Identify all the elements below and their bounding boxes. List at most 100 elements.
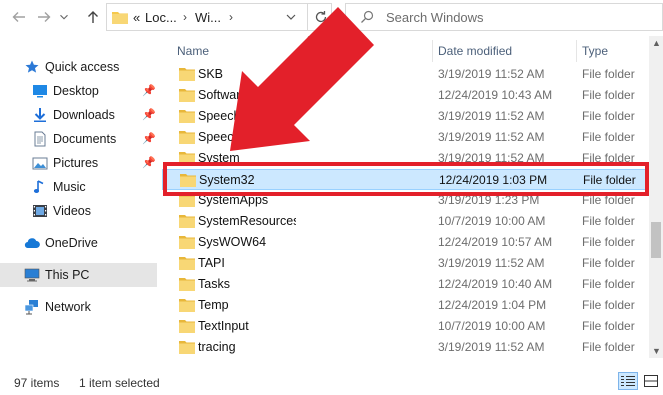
file-name[interactable]: TextInput (198, 319, 296, 333)
refresh-button[interactable] (307, 4, 333, 30)
file-date-modified: 3/19/2019 11:52 AM (438, 256, 545, 270)
arrow-left-icon (12, 12, 25, 22)
file-name[interactable]: Temp (198, 298, 296, 312)
scroll-down-icon[interactable]: ▼ (652, 346, 661, 356)
vertical-scrollbar[interactable]: ▲ ▼ (649, 36, 663, 358)
folder-icon (179, 215, 195, 228)
nav-item-onedrive[interactable]: OneDrive (0, 231, 157, 255)
file-date-modified: 12/24/2019 1:03 PM (439, 173, 548, 187)
nav-label: Videos (53, 204, 91, 218)
file-date-modified: 10/7/2019 10:00 AM (438, 319, 546, 333)
column-divider[interactable] (432, 40, 433, 62)
breadcrumb-separator[interactable]: › (229, 10, 233, 24)
table-row[interactable]: Speech 3/19/2019 11:52 AM File folder (162, 106, 649, 127)
nav-item-music[interactable]: Music (0, 175, 157, 199)
table-row[interactable]: tracing 3/19/2019 11:52 AM File folder (162, 337, 649, 358)
back-button[interactable] (8, 6, 30, 28)
file-type: File folder (583, 173, 636, 187)
table-row[interactable]: Tasks 12/24/2019 10:40 AM File folder (162, 274, 649, 295)
nav-item-quick-access[interactable]: Quick access (0, 55, 157, 79)
horizontal-scrollbar[interactable] (162, 358, 649, 366)
file-name[interactable]: SystemApps (198, 193, 296, 207)
breadcrumb-separator[interactable]: › (183, 10, 187, 24)
file-name[interactable]: tracing (198, 340, 296, 354)
nav-item-videos[interactable]: Videos (0, 199, 157, 223)
scrollbar-thumb[interactable] (651, 222, 661, 258)
nav-item-desktop[interactable]: Desktop 📌 (0, 79, 157, 103)
selection-count: 1 item selected (79, 376, 160, 390)
file-name[interactable]: System32 (199, 173, 439, 187)
nav-item-pictures[interactable]: Pictures 📌 (0, 151, 157, 175)
up-button[interactable] (82, 6, 104, 28)
folder-icon (179, 257, 195, 270)
file-name[interactable]: System (198, 151, 296, 165)
status-bar: 97 items 1 item selected (0, 368, 663, 395)
table-row[interactable]: TAPI 3/19/2019 11:52 AM File folder (162, 253, 649, 274)
nav-label: This PC (45, 268, 90, 282)
file-name[interactable]: SKB (198, 67, 296, 81)
breadcrumb-local-disk[interactable]: Loc... (145, 10, 177, 25)
chevron-down-icon (60, 14, 68, 20)
file-type: File folder (582, 130, 635, 144)
file-name[interactable]: SysWOW64 (198, 235, 296, 249)
nav-item-this-pc[interactable]: This PC (0, 263, 157, 287)
address-dropdown-icon[interactable] (285, 11, 297, 23)
table-row[interactable]: Temp 12/24/2019 1:04 PM File folder (162, 295, 649, 316)
folder-icon (179, 110, 195, 123)
column-divider[interactable] (576, 40, 577, 62)
scroll-up-icon[interactable]: ▲ (652, 38, 661, 48)
file-type: File folder (582, 193, 635, 207)
search-box[interactable]: Search Windows (345, 3, 663, 31)
file-type: File folder (582, 67, 635, 81)
file-date-modified: 3/19/2019 11:52 AM (438, 130, 545, 144)
file-date-modified: 3/19/2019 11:52 AM (438, 67, 545, 81)
file-date-modified: 12/24/2019 1:04 PM (438, 298, 547, 312)
address-bar[interactable]: « Loc... › Wi... › (106, 3, 332, 31)
table-row[interactable]: SystemApps 3/19/2019 1:23 PM File folder (162, 190, 649, 211)
column-header-type[interactable]: Type (582, 44, 608, 58)
network-icon (24, 300, 38, 315)
table-row[interactable]: SysWOW64 12/24/2019 10:57 AM File folder (162, 232, 649, 253)
file-name[interactable]: Speech_OneCore (198, 130, 296, 144)
file-date-modified: 12/24/2019 10:57 AM (438, 235, 553, 249)
file-type: File folder (582, 298, 635, 312)
file-name[interactable]: SystemResources (198, 214, 296, 228)
breadcrumb-overflow[interactable]: « (133, 10, 140, 25)
file-name[interactable]: SoftwareDistribution (198, 88, 296, 102)
forward-button[interactable] (33, 6, 55, 28)
file-date-modified: 3/19/2019 11:52 AM (438, 109, 545, 123)
table-row-selected[interactable]: System32 12/24/2019 1:03 PM File folder (162, 169, 649, 190)
pictures-icon (32, 157, 48, 170)
table-row[interactable]: SKB 3/19/2019 11:52 AM File folder (162, 64, 649, 85)
file-name[interactable]: Tasks (198, 277, 296, 291)
breadcrumb-windows[interactable]: Wi... (195, 10, 221, 25)
documents-icon (34, 131, 46, 147)
file-name[interactable]: TAPI (198, 256, 296, 270)
column-header-name[interactable]: Name (177, 44, 209, 58)
folder-icon (179, 68, 195, 81)
folder-icon (179, 89, 195, 102)
column-header-date[interactable]: Date modified (438, 44, 512, 58)
nav-item-downloads[interactable]: Downloads 📌 (0, 103, 157, 127)
file-name[interactable]: Speech (198, 109, 296, 123)
table-row[interactable]: SystemResources 10/7/2019 10:00 AM File fo… (162, 211, 649, 232)
details-view-button[interactable] (618, 372, 638, 390)
table-row[interactable]: Speech_OneCore 3/19/2019 11:52 AM File fol… (162, 127, 649, 148)
search-placeholder[interactable]: Search Windows (386, 10, 484, 25)
file-type: File folder (582, 151, 635, 165)
nav-item-documents[interactable]: Documents 📌 (0, 127, 157, 151)
file-type: File folder (582, 256, 635, 270)
nav-item-network[interactable]: Network (0, 295, 157, 319)
table-row[interactable]: System 3/19/2019 11:52 AM File folder (162, 148, 649, 169)
large-icons-view-button[interactable] (641, 372, 661, 390)
computer-icon (24, 268, 40, 282)
recent-locations-button[interactable] (57, 6, 71, 28)
file-date-modified: 3/19/2019 11:52 AM (438, 151, 545, 165)
file-type: File folder (582, 319, 635, 333)
music-icon (33, 180, 44, 193)
toolbar: « Loc... › Wi... › Search Windows (0, 0, 663, 36)
table-row[interactable]: SoftwareDistribution 12/24/2019 10:43 AM F… (162, 85, 649, 106)
nav-label: Music (53, 180, 86, 194)
table-row[interactable]: TextInput 10/7/2019 10:00 AM File folder (162, 316, 649, 337)
pin-icon: 📌 (142, 157, 156, 169)
